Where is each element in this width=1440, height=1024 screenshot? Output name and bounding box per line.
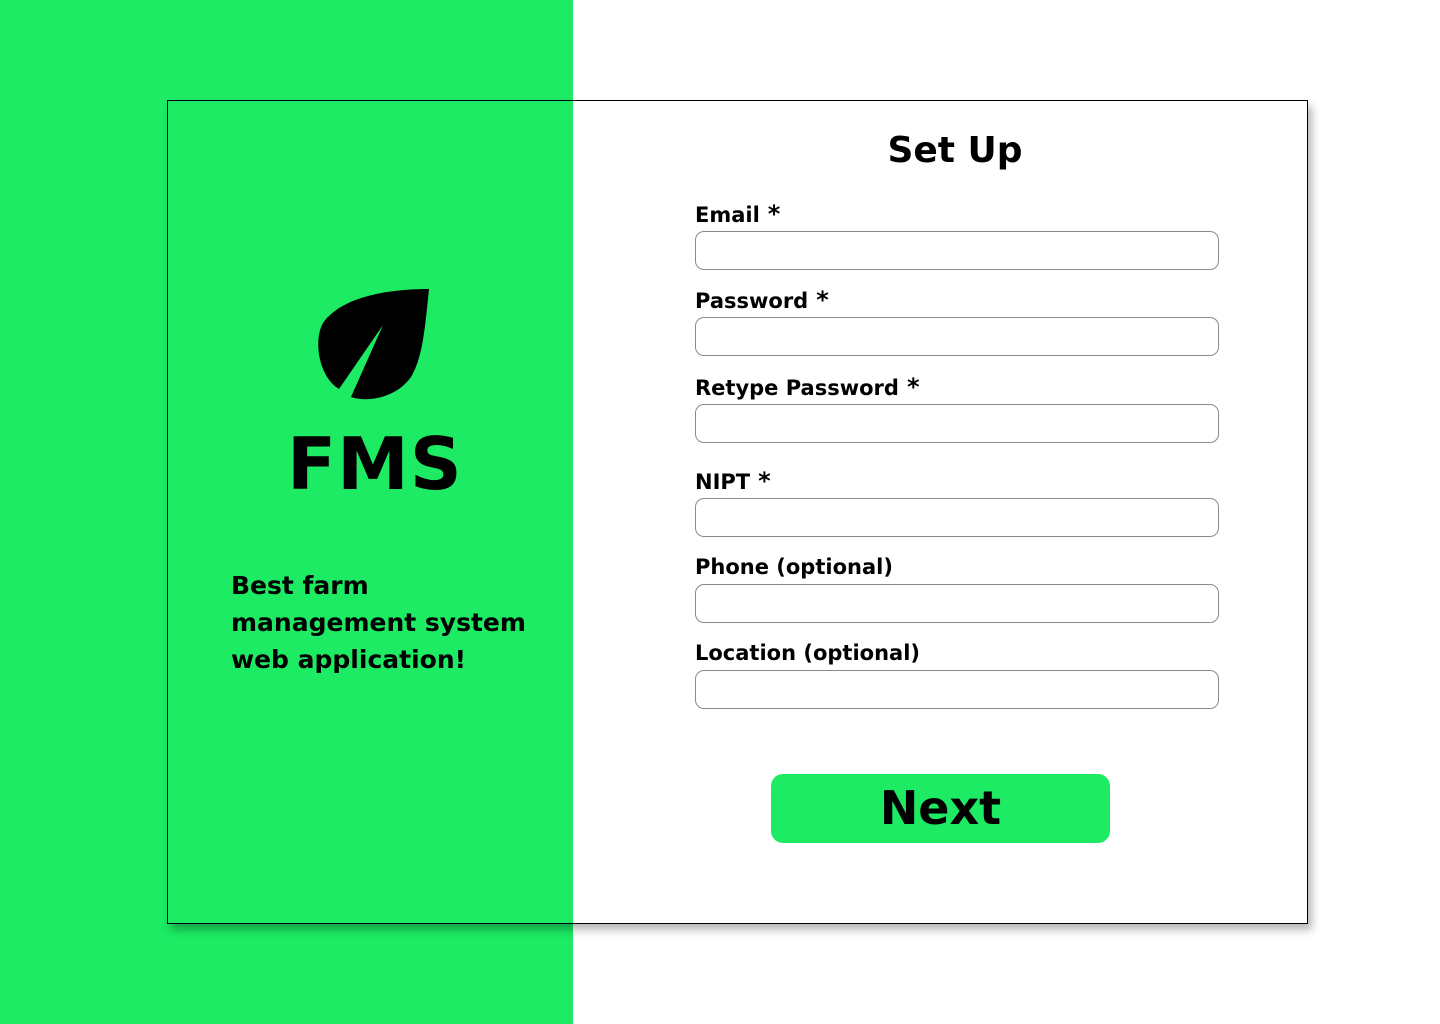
required-marker: * <box>767 200 781 228</box>
logo-text: FMS <box>287 422 463 506</box>
phone-field[interactable] <box>695 584 1219 623</box>
email-field[interactable] <box>695 231 1219 270</box>
next-button[interactable]: Next <box>771 774 1110 843</box>
required-marker: * <box>758 467 771 495</box>
location-label: Location (optional) <box>695 639 920 667</box>
nipt-field[interactable] <box>695 498 1219 537</box>
leaf-icon <box>318 289 429 400</box>
retype-password-label: Retype Password * <box>695 373 920 402</box>
location-field[interactable] <box>695 670 1219 709</box>
brand-panel <box>167 100 574 924</box>
nipt-label: NIPT * <box>695 467 771 496</box>
password-field[interactable] <box>695 317 1219 356</box>
location-label-text: Location (optional) <box>695 641 920 665</box>
phone-label-text: Phone (optional) <box>695 555 893 579</box>
retype-password-field[interactable] <box>695 404 1219 443</box>
required-marker: * <box>906 373 920 401</box>
retype-password-label-text: Retype Password <box>695 376 899 400</box>
password-label: Password * <box>695 286 829 315</box>
tagline: Best farm management system web applicat… <box>231 571 526 674</box>
email-label-text: Email <box>695 203 760 227</box>
nipt-label-text: NIPT <box>695 470 751 494</box>
phone-label: Phone (optional) <box>695 553 893 581</box>
form-title: Set Up <box>887 130 1023 171</box>
email-label: Email * <box>695 200 780 229</box>
password-label-text: Password <box>695 289 809 313</box>
required-marker: * <box>816 286 829 314</box>
